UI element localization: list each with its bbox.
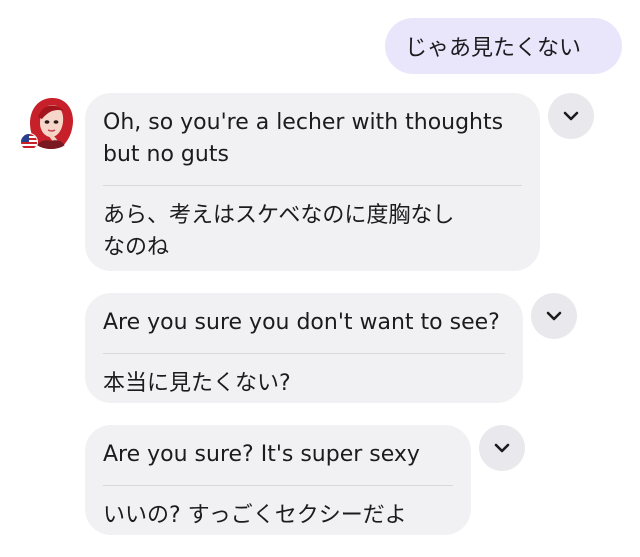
chevron-down-icon [546,311,562,321]
english-text: Oh, so you're a lecher with thoughts but… [103,110,504,167]
chevron-down-icon [563,111,579,121]
avatar[interactable] [20,95,78,151]
japanese-text: いいの? すっごくセクシーだよ [103,503,407,528]
bot-message-bubble: Are you sure? It's super sexy いいの? すっごくセ… [85,425,471,535]
japanese-text: 本当に見たくない? [103,371,291,396]
expand-button[interactable] [548,93,594,139]
bot-message-bubble: Oh, so you're a lecher with thoughts but… [85,93,540,271]
expand-button[interactable] [531,293,577,339]
expand-button[interactable] [479,425,525,471]
us-flag-icon [20,133,38,151]
english-text: Are you sure you don't want to see? [103,310,500,335]
user-message-bubble: じゃあ見たくない [385,18,622,74]
japanese-text: あら、考えはスケベなのに度胸なし なのね [103,203,455,260]
chevron-down-icon [494,443,510,453]
bot-message-bubble: Are you sure you don't want to see? 本当に見… [85,293,523,403]
english-text: Are you sure? It's super sexy [103,442,420,467]
user-message-text: じゃあ見たくない [405,36,582,61]
